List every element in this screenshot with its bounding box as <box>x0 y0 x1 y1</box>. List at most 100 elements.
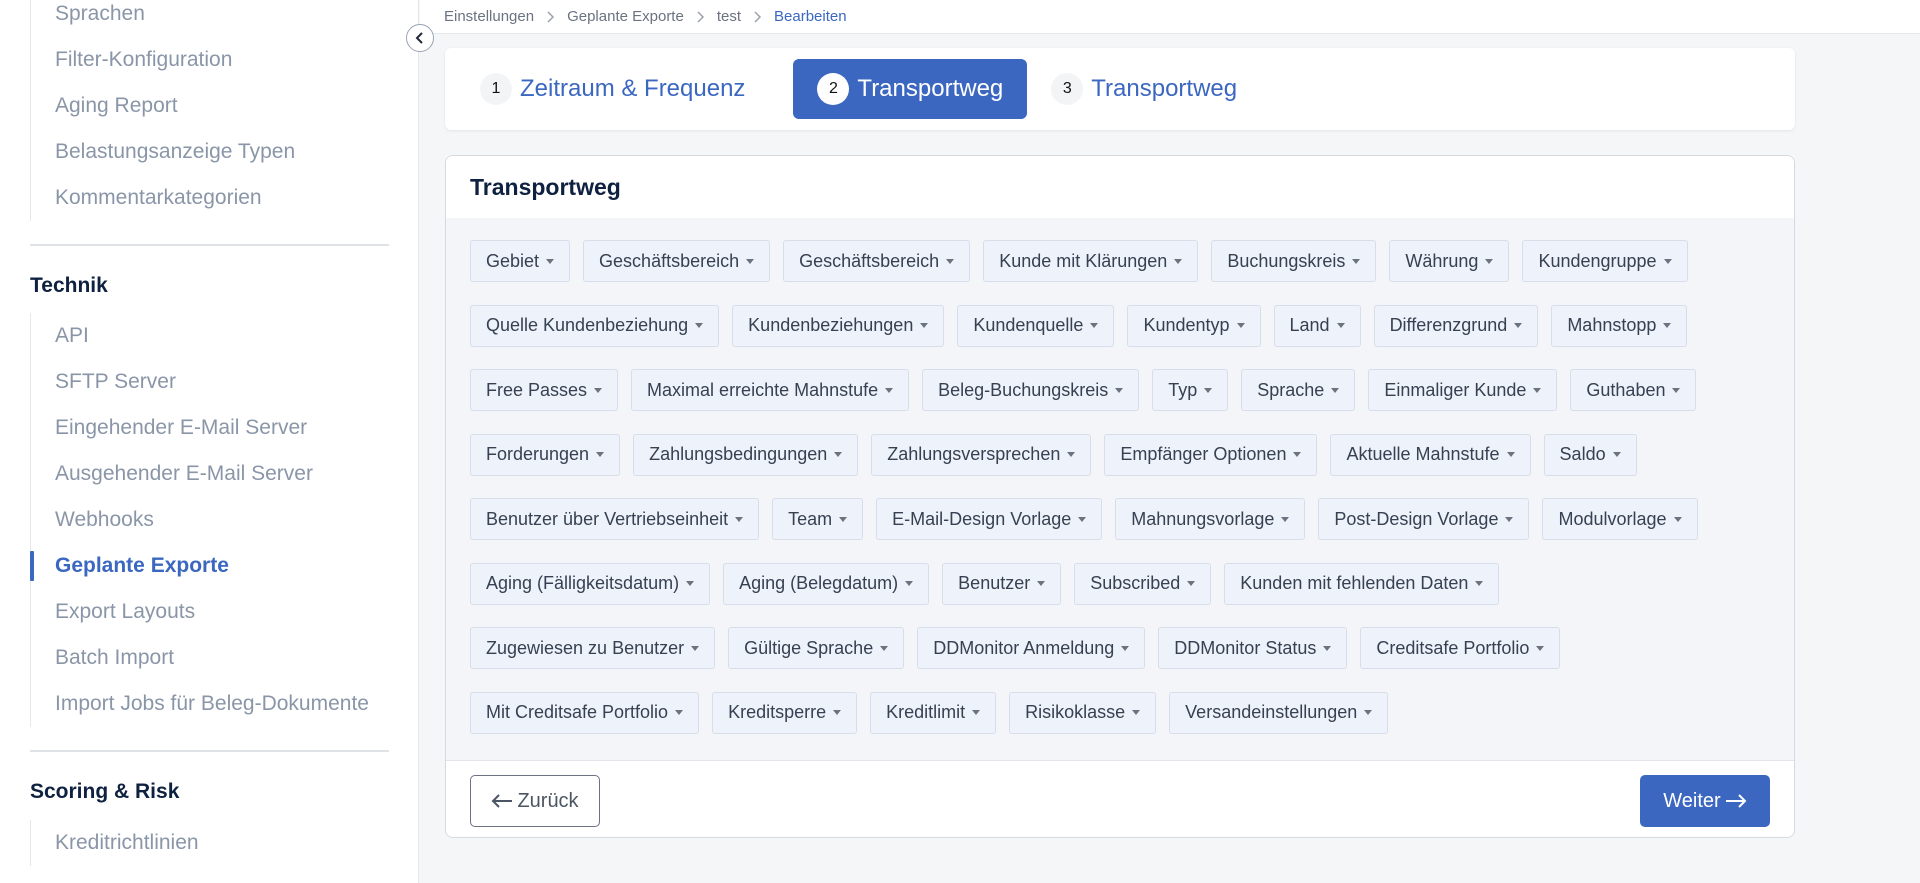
filter-chip-zahlungsversprechen[interactable]: Zahlungsversprechen <box>871 433 1092 476</box>
back-button[interactable]: Zurück <box>470 775 600 827</box>
filter-chip-geschäftsbereich[interactable]: Geschäftsbereich <box>783 240 971 282</box>
sidebar-item-webhooks[interactable]: Webhooks <box>31 497 389 543</box>
sidebar-item-batch-import[interactable]: Batch Import <box>31 635 389 681</box>
filter-chip-guthaben[interactable]: Guthaben <box>1570 369 1697 411</box>
back-button-label: Zurück <box>517 789 579 812</box>
filter-chip-sprache[interactable]: Sprache <box>1241 369 1356 411</box>
filter-chip-saldo[interactable]: Saldo <box>1543 433 1637 476</box>
filter-chip-buchungskreis[interactable]: Buchungskreis <box>1211 240 1377 282</box>
step-number: 2 <box>817 73 850 105</box>
sidebar-item-api[interactable]: API <box>31 313 389 359</box>
caret-down-icon <box>1485 258 1494 264</box>
sidebar-item-filter-konfiguration[interactable]: Filter-Konfiguration <box>31 37 389 83</box>
chip-label: Zahlungsbedingungen <box>649 444 828 464</box>
step-zeitraum[interactable]: 1 Zeitraum & Frequenz <box>480 59 769 119</box>
sidebar-heading-scoring: Scoring & Risk <box>30 780 180 803</box>
filter-chip-benutzer-über-vertriebseinheit[interactable]: Benutzer über Vertriebseinheit <box>470 498 760 540</box>
sidebar-item-import-jobs-für-beleg-dokumente[interactable]: Import Jobs für Beleg-Dokumente <box>31 681 389 727</box>
filter-chip-kunde-mit-klärungen[interactable]: Kunde mit Klärungen <box>983 240 1199 282</box>
caret-down-icon <box>833 710 842 715</box>
filter-chip-geschäftsbereich[interactable]: Geschäftsbereich <box>583 240 771 282</box>
breadcrumb-item-geplante-exporte[interactable]: Geplante Exporte <box>567 8 684 25</box>
filter-chip-versandeinstellungen[interactable]: Versandeinstellungen <box>1169 691 1389 734</box>
sidebar-item-kommentarkategorien[interactable]: Kommentarkategorien <box>31 175 389 221</box>
filter-chip-risikoklasse[interactable]: Risikoklasse <box>1009 691 1157 734</box>
filter-chip-kundentyp[interactable]: Kundentyp <box>1127 304 1261 347</box>
filter-chip-subscribed[interactable]: Subscribed <box>1074 562 1212 605</box>
filter-chip-empfänger-optionen[interactable]: Empfänger Optionen <box>1104 433 1318 476</box>
caret-down-icon <box>695 323 704 328</box>
chip-label: Beleg-Buchungskreis <box>938 379 1109 400</box>
breadcrumb-item-einstellungen[interactable]: Einstellungen <box>444 8 534 25</box>
filter-chip-gültige-sprache[interactable]: Gültige Sprache <box>728 627 905 669</box>
caret-down-icon <box>1475 581 1484 586</box>
filter-chip-maximal-erreichte-mahnstufe[interactable]: Maximal erreichte Mahnstufe <box>631 369 910 411</box>
sidebar-item-aging-report[interactable]: Aging Report <box>31 83 389 129</box>
filter-chip-mahnstopp[interactable]: Mahnstopp <box>1551 304 1688 347</box>
filter-chip-kreditsperre[interactable]: Kreditsperre <box>712 691 858 734</box>
chip-row: Mit Creditsafe Portfolio Kreditsperre Kred… <box>470 691 1794 734</box>
filter-chip-zahlungsbedingungen[interactable]: Zahlungsbedingungen <box>633 433 859 476</box>
filter-chip-währung[interactable]: Währung <box>1389 240 1510 282</box>
filter-chip-ddmonitor-status[interactable]: DDMonitor Status <box>1158 627 1348 669</box>
filter-chip-differenzgrund[interactable]: Differenzgrund <box>1373 304 1539 347</box>
sidebar-item-belastungsanzeige-typen[interactable]: Belastungsanzeige Typen <box>31 129 389 175</box>
caret-down-icon <box>834 452 843 457</box>
caret-down-icon <box>691 645 700 651</box>
filter-chip-forderungen[interactable]: Forderungen <box>470 433 621 476</box>
filter-chip-aktuelle-mahnstufe[interactable]: Aktuelle Mahnstufe <box>1330 433 1531 476</box>
sidebar-item-eingehender-e-mail-server[interactable]: Eingehender E-Mail Server <box>31 405 389 451</box>
caret-down-icon <box>1236 323 1245 328</box>
sidebar-divider <box>30 244 389 246</box>
chip-label: Modulvorlage <box>1558 508 1667 529</box>
caret-down-icon <box>1281 516 1290 522</box>
filter-chip-kundenquelle[interactable]: Kundenquelle <box>957 304 1115 347</box>
caret-down-icon <box>1533 387 1542 393</box>
sidebar-item-kreditrichtlinien[interactable]: Kreditrichtlinien <box>31 820 389 866</box>
chip-label: Typ <box>1168 379 1198 400</box>
filter-chip-kunden-mit-fehlenden-daten[interactable]: Kunden mit fehlenden Daten <box>1224 562 1500 605</box>
sidebar-item-sftp-server[interactable]: SFTP Server <box>31 359 389 405</box>
breadcrumb-item-bearbeiten: Bearbeiten <box>774 8 847 25</box>
filter-chip-zugewiesen-zu-benutzer[interactable]: Zugewiesen zu Benutzer <box>470 627 716 669</box>
filter-chip-post-design-vorlage[interactable]: Post-Design Vorlage <box>1318 498 1530 540</box>
collapse-sidebar-button[interactable] <box>406 24 434 52</box>
chip-label: Gebiet <box>486 250 540 271</box>
filter-chip-mahnungsvorlage[interactable]: Mahnungsvorlage <box>1115 498 1306 540</box>
step-transportweg-active[interactable]: 2 Transportweg <box>793 59 1028 119</box>
sidebar-item-sprachen[interactable]: Sprachen <box>31 0 389 37</box>
chip-label: Kundenquelle <box>973 315 1084 335</box>
sidebar-item-ausgehender-e-mail-server[interactable]: Ausgehender E-Mail Server <box>31 451 389 497</box>
caret-down-icon <box>1506 452 1515 457</box>
step-label: Zeitraum & Frequenz <box>520 75 746 102</box>
filter-chip-land[interactable]: Land <box>1273 304 1361 347</box>
filter-chip-aging-belegdatum[interactable]: Aging (Belegdatum) <box>723 562 930 605</box>
chip-label: Team <box>788 508 833 529</box>
filter-chip-benutzer[interactable]: Benutzer <box>942 562 1062 605</box>
filter-chip-modulvorlage[interactable]: Modulvorlage <box>1542 498 1698 540</box>
filter-chip-quelle-kundenbeziehung[interactable]: Quelle Kundenbeziehung <box>470 304 720 347</box>
step-transportweg[interactable]: 3 Transportweg <box>1051 59 1261 119</box>
filter-chip-gebiet[interactable]: Gebiet <box>470 240 571 282</box>
filter-chip-team[interactable]: Team <box>772 498 864 540</box>
filter-chip-ddmonitor-anmeldung[interactable]: DDMonitor Anmeldung <box>917 627 1146 669</box>
chip-label: Creditsafe Portfolio <box>1376 637 1530 658</box>
filter-chip-aging-fälligkeitsdatum[interactable]: Aging (Fälligkeitsdatum) <box>470 562 711 605</box>
chip-label: Differenzgrund <box>1389 315 1508 335</box>
filter-chip-kreditlimit[interactable]: Kreditlimit <box>870 691 997 734</box>
sidebar-item-export-layouts[interactable]: Export Layouts <box>31 589 389 635</box>
filter-chip-free-passes[interactable]: Free Passes <box>470 369 619 411</box>
breadcrumb-item-test[interactable]: test <box>717 8 741 25</box>
next-button[interactable]: Weiter <box>1640 775 1770 827</box>
filter-chip-mit-creditsafe-portfolio[interactable]: Mit Creditsafe Portfolio <box>470 691 700 734</box>
filter-chip-kundenbeziehungen[interactable]: Kundenbeziehungen <box>732 304 945 347</box>
filter-chip-typ[interactable]: Typ <box>1152 369 1229 411</box>
sidebar-item-geplante-exporte[interactable]: Geplante Exporte <box>30 543 389 589</box>
filter-chip-beleg-buchungskreis[interactable]: Beleg-Buchungskreis <box>922 369 1140 411</box>
filter-chip-kundengruppe[interactable]: Kundengruppe <box>1522 240 1688 282</box>
filter-chip-einmaliger-kunde[interactable]: Einmaliger Kunde <box>1368 369 1558 411</box>
filter-chip-creditsafe-portfolio[interactable]: Creditsafe Portfolio <box>1360 627 1561 669</box>
chip-label: Buchungskreis <box>1227 250 1346 271</box>
filter-chip-e-mail-design-vorlage[interactable]: E-Mail-Design Vorlage <box>876 498 1103 540</box>
caret-down-icon <box>1132 710 1141 715</box>
